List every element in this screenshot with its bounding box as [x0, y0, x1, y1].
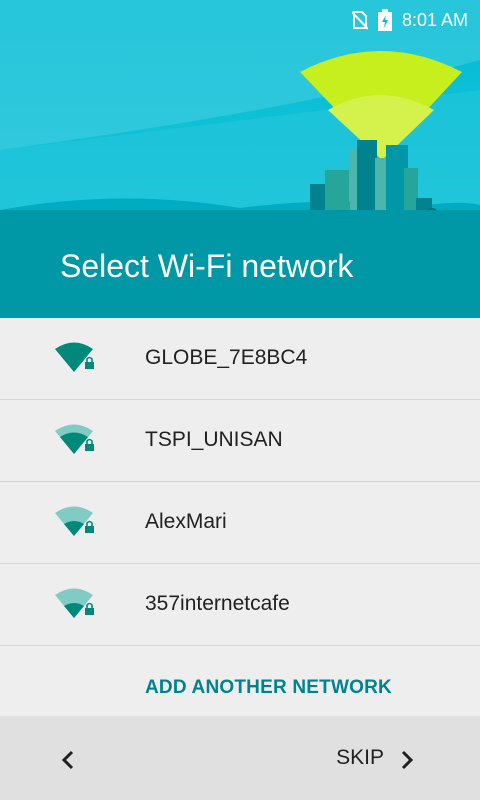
wifi-signal-2-locked-icon — [55, 588, 94, 618]
network-row[interactable]: 357internetcafe — [0, 564, 480, 646]
back-chevron-icon[interactable] — [52, 743, 86, 777]
skip-label[interactable]: SKIP — [336, 746, 384, 770]
no-sim-icon — [351, 11, 368, 30]
network-ssid: AlexMari — [145, 510, 227, 533]
battery-charging-icon — [377, 9, 392, 31]
add-network-button[interactable]: ADD ANOTHER NETWORK — [145, 677, 392, 699]
chevron-right-icon[interactable] — [390, 743, 424, 777]
network-list: GLOBE_7E8BC4 TSPI_UNISAN AlexMari 357int… — [0, 318, 480, 646]
wifi-signal-2-locked-icon — [55, 506, 94, 536]
header-banner: Select Wi-Fi network — [0, 0, 480, 318]
add-network-row[interactable]: ADD ANOTHER NETWORK — [0, 646, 480, 716]
network-row[interactable]: AlexMari — [0, 482, 480, 564]
network-row[interactable]: GLOBE_7E8BC4 — [0, 318, 480, 400]
status-time: 8:01 AM — [401, 9, 468, 30]
page-title: Select Wi-Fi network — [60, 248, 354, 284]
wifi-signal-4-locked-icon — [55, 342, 94, 372]
network-ssid: TSPI_UNISAN — [145, 428, 283, 451]
bottom-nav-bar: SKIP — [0, 716, 480, 800]
wifi-signal-3-locked-icon — [55, 424, 94, 454]
status-bar: 8:01 AM — [0, 0, 480, 40]
network-ssid: 357internetcafe — [145, 592, 290, 615]
network-row[interactable]: TSPI_UNISAN — [0, 400, 480, 482]
network-ssid: GLOBE_7E8BC4 — [145, 346, 308, 369]
